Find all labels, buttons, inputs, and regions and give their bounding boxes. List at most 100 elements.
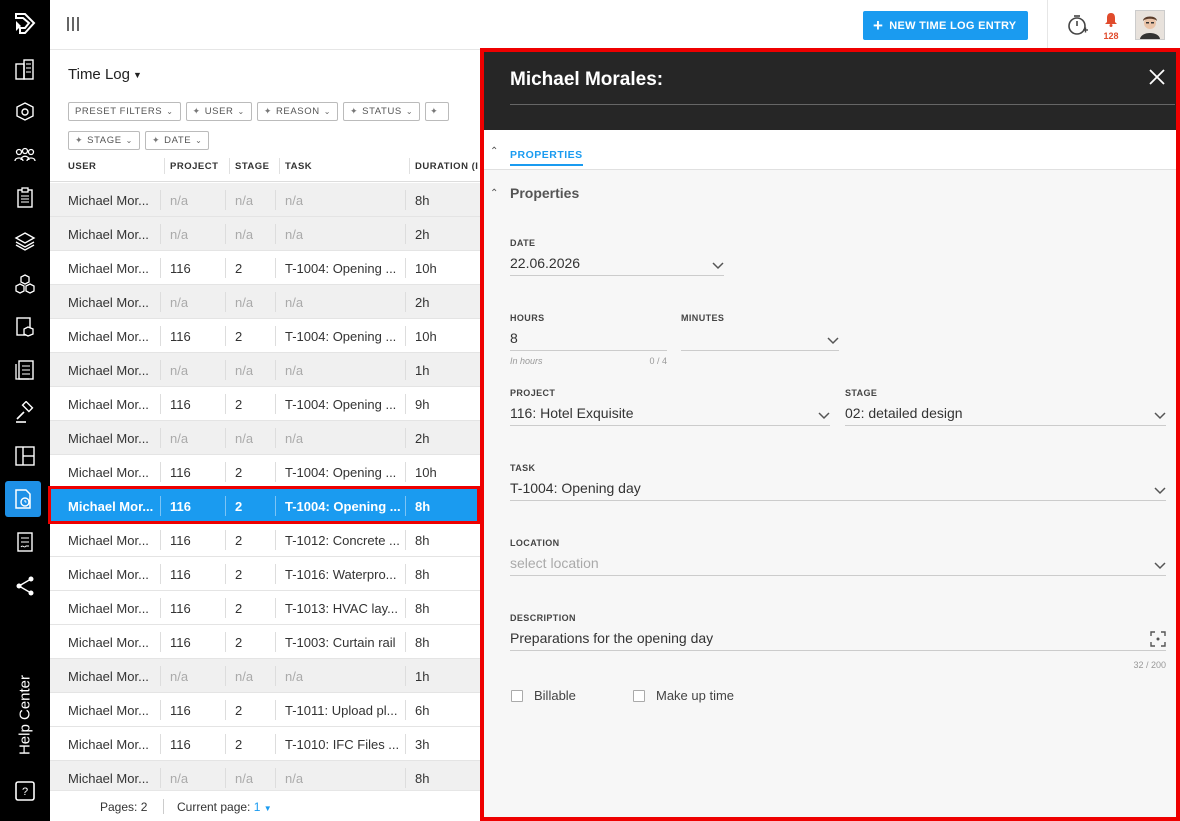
table-row[interactable]: Michael Mor... 116 2 T-1012: Concrete ... 8h <box>50 523 480 557</box>
description-input[interactable]: Preparations for the opening day <box>510 629 1166 651</box>
project-label: PROJECT <box>510 388 556 398</box>
table-row[interactable]: Michael Mor... n/a n/a n/a 2h <box>50 217 480 251</box>
user-cell: Michael Mor... <box>68 465 149 480</box>
team-icon[interactable] <box>13 143 37 167</box>
checkbox-box[interactable] <box>633 689 645 702</box>
stopwatch-icon[interactable] <box>1067 13 1089 42</box>
layout-icon[interactable] <box>13 444 37 468</box>
table-row[interactable]: Michael Mor... 116 2 T-1011: Upload pl... 6h <box>50 693 480 727</box>
project-value: 116: Hotel Exquisite <box>510 405 634 421</box>
share-icon[interactable] <box>13 574 37 598</box>
notifications-bell-icon[interactable]: 128 <box>1102 12 1120 41</box>
column-toggle-icon[interactable] <box>67 17 83 31</box>
table-row[interactable]: Michael Mor... n/a n/a n/a 2h <box>50 421 480 455</box>
column-header-user[interactable]: USER <box>68 161 96 172</box>
table-body: Michael Mor... n/a n/a n/a 8h Michael Mor... n… <box>48 183 480 795</box>
new-time-log-entry-button[interactable]: + NEW TIME LOG ENTRY <box>863 11 1028 40</box>
gavel-icon[interactable] <box>13 401 37 425</box>
column-divider <box>405 394 406 414</box>
table-row[interactable]: Michael Mor... 116 2 T-1004: Opening ... 10h <box>50 455 480 489</box>
chevron-up-icon[interactable]: ⌃ <box>490 146 498 157</box>
description-label: DESCRIPTION <box>510 613 576 623</box>
column-header-task[interactable]: TASK <box>278 158 312 174</box>
checkbox-box[interactable] <box>511 689 523 702</box>
table-row[interactable]: Michael Mor... 116 2 T-1003: Curtain rail 8h <box>50 625 480 659</box>
column-divider <box>275 734 276 754</box>
column-divider <box>405 428 406 448</box>
duration-cell: 6h <box>415 703 430 718</box>
column-divider <box>225 462 226 482</box>
stage-select[interactable]: 02: detailed design <box>845 404 1166 426</box>
filter-chip[interactable]: ✦ DATE ⌄ <box>144 131 210 150</box>
filter-chip[interactable]: ✦ STATUS ⌄ <box>343 102 421 121</box>
chevron-up-icon[interactable]: ⌃ <box>490 188 498 199</box>
layers-icon[interactable] <box>13 229 37 253</box>
project-cell: 116 <box>170 397 191 412</box>
user-avatar[interactable] <box>1135 10 1165 40</box>
column-divider <box>275 428 276 448</box>
table-row[interactable]: Michael Mor... n/a n/a n/a 2h <box>50 285 480 319</box>
project-cell: n/a <box>170 669 189 684</box>
task-cell: T-1004: Opening ... <box>285 261 397 276</box>
duration-cell: 9h <box>415 397 430 412</box>
contract-icon[interactable] <box>13 530 37 554</box>
column-header-duration[interactable]: DURATION (I <box>408 158 478 174</box>
clipboard-icon[interactable] <box>13 186 37 210</box>
table-row[interactable]: Michael Mor... 116 2 T-1013: HVAC lay... 8h <box>50 591 480 625</box>
task-field: TASK T-1004: Opening day <box>510 463 1166 501</box>
buildings-icon[interactable] <box>13 58 37 82</box>
time-log-icon[interactable] <box>5 481 41 517</box>
make-up-time-checkbox[interactable]: Make up time <box>633 688 734 703</box>
column-divider <box>225 428 226 448</box>
filter-chip[interactable]: PRESET FILTERS ⌄ <box>68 102 181 121</box>
table-row[interactable]: Michael Mor... n/a n/a n/a 1h <box>50 353 480 387</box>
filter-chip[interactable]: ✦ USER ⌄ <box>185 102 252 121</box>
stage-value: 02: detailed design <box>845 405 963 421</box>
column-header-project[interactable]: PROJECT <box>163 158 218 174</box>
help-book-icon[interactable]: ? <box>13 779 37 808</box>
stage-cell: 2 <box>235 261 243 276</box>
help-center-link[interactable]: Help Center <box>7 670 43 760</box>
filter-chip[interactable]: ✦ STAGE ⌄ <box>68 131 140 150</box>
user-cell: Michael Mor... <box>68 227 149 242</box>
filter-chip-overflow[interactable]: ✦ <box>425 102 450 121</box>
user-cell: Michael Mor... <box>68 363 149 378</box>
column-divider <box>225 394 226 414</box>
app-logo-icon[interactable] <box>12 11 38 37</box>
minutes-field: MINUTES <box>681 313 839 351</box>
duration-cell: 10h <box>415 329 437 344</box>
table-row[interactable]: Michael Mor... n/a n/a n/a 1h <box>50 659 480 693</box>
current-page-selector[interactable]: Current page: 1 ▼ <box>177 800 272 814</box>
project-select[interactable]: 116: Hotel Exquisite <box>510 404 830 426</box>
task-cell: T-1004: Opening ... <box>285 465 397 480</box>
table-row[interactable]: Michael Mor... 116 2 T-1004: Opening ... 9h <box>50 387 480 421</box>
date-input[interactable]: 22.06.2026 <box>510 254 724 276</box>
table-row[interactable]: Michael Mor... 116 2 T-1016: Waterpro... 8h <box>50 557 480 591</box>
table-row[interactable]: Michael Mor... 116 2 T-1010: IFC Files ... 3… <box>50 727 480 761</box>
close-icon[interactable] <box>1148 68 1168 88</box>
table-row[interactable]: Michael Mor... 116 2 T-1004: Opening ... 10h <box>50 251 480 285</box>
billable-checkbox[interactable]: Billable <box>511 688 576 703</box>
minutes-select[interactable] <box>681 329 839 351</box>
page-count: Pages: 2 <box>100 800 148 814</box>
table-row[interactable]: Michael Mor... 116 2 T-1004: Opening ... 10h <box>50 319 480 353</box>
cubes-icon[interactable] <box>13 272 37 296</box>
column-divider <box>160 326 161 346</box>
location-select[interactable]: select location <box>510 554 1166 576</box>
filter-bar: PRESET FILTERS ⌄ ✦ USER ⌄ ✦ REASON ⌄ ✦ STATUS ⌄ ✦ ✦ S… <box>68 102 488 150</box>
section-title[interactable]: Properties <box>510 185 579 201</box>
view-selector[interactable]: Time Log ▼ <box>68 66 142 83</box>
table-row[interactable]: Michael Mor... n/a n/a n/a 8h <box>50 183 480 217</box>
settings-cube-icon[interactable] <box>13 100 37 124</box>
filter-chip[interactable]: ✦ REASON ⌄ <box>256 102 339 121</box>
document-list-icon[interactable] <box>13 358 37 382</box>
task-select[interactable]: T-1004: Opening day <box>510 479 1166 501</box>
table-row[interactable]: Michael Mor... 116 2 T-1004: Opening ... 8h <box>48 486 480 524</box>
filter-label: DATE <box>164 135 192 146</box>
hours-input[interactable]: 8 <box>510 329 667 351</box>
document-cube-icon[interactable] <box>13 315 37 339</box>
column-divider <box>160 292 161 312</box>
column-header-stage[interactable]: STAGE <box>229 158 270 174</box>
tab-properties[interactable]: PROPERTIES <box>510 149 583 166</box>
expand-icon[interactable] <box>1150 631 1166 650</box>
